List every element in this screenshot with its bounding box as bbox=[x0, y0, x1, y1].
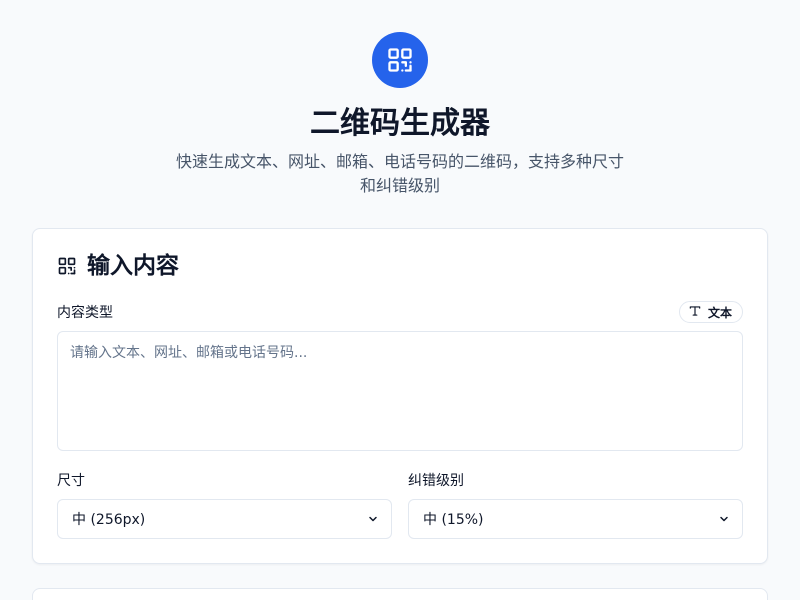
error-correction-select[interactable]: 中 (15%) bbox=[408, 499, 743, 539]
result-card bbox=[32, 588, 768, 600]
chevron-down-icon bbox=[718, 513, 730, 525]
page-subtitle: 快速生成文本、网址、邮箱、电话号码的二维码，支持多种尺寸和纠错级别 bbox=[175, 152, 624, 195]
size-select-value: 中 (256px) bbox=[72, 512, 146, 528]
content-textarea[interactable] bbox=[57, 331, 743, 451]
content-type-badge[interactable]: 文本 bbox=[678, 301, 743, 323]
qr-code-icon bbox=[58, 257, 76, 275]
card-header: 输入内容 bbox=[57, 251, 179, 281]
page-title: 二维码生成器 bbox=[310, 106, 490, 141]
error-correction-select-value: 中 (15%) bbox=[423, 512, 484, 528]
qr-code-icon bbox=[388, 48, 412, 72]
size-label: 尺寸 bbox=[57, 473, 85, 489]
input-card: 输入内容 内容类型 文本 尺寸 纠错级别 中 (256px) bbox=[32, 228, 768, 564]
size-select[interactable]: 中 (256px) bbox=[57, 499, 392, 539]
page: 二维码生成器 快速生成文本、网址、邮箱、电话号码的二维码，支持多种尺寸和纠错级别… bbox=[0, 0, 800, 600]
chevron-down-icon bbox=[367, 513, 379, 525]
qr-logo bbox=[372, 32, 428, 88]
error-correction-label: 纠错级别 bbox=[408, 473, 464, 489]
content-type-badge-label: 文本 bbox=[707, 305, 732, 320]
text-type-icon bbox=[688, 304, 702, 321]
content-type-label: 内容类型 bbox=[57, 305, 113, 321]
card-title: 输入内容 bbox=[87, 253, 179, 279]
